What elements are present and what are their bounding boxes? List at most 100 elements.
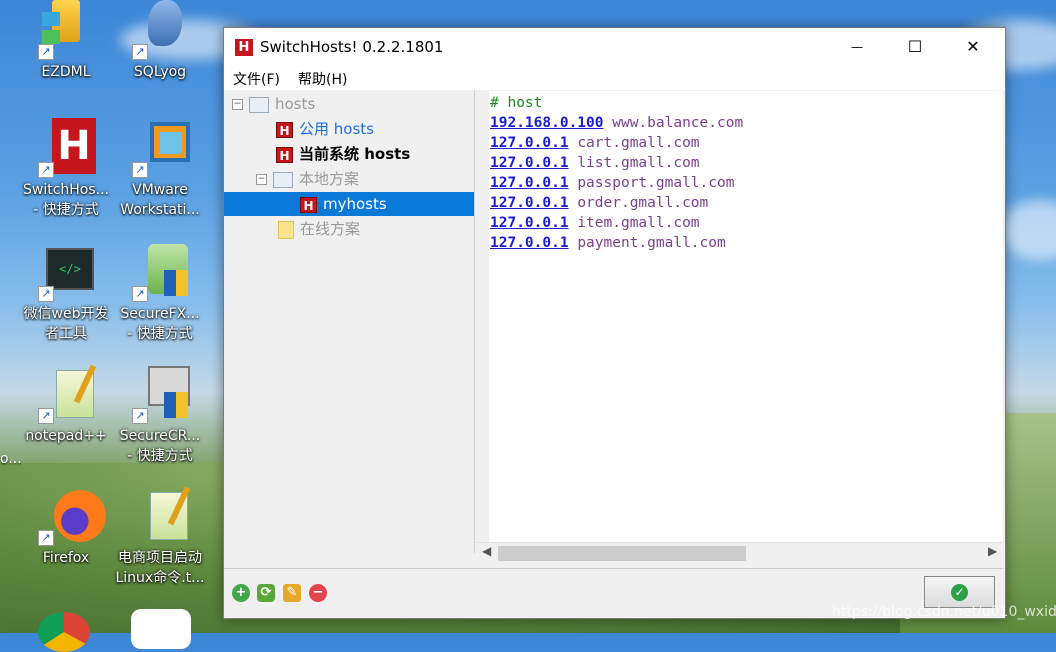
domain: payment.gmall.com	[577, 235, 726, 251]
desktop-icon-securecrt[interactable]: ↗ SecureCR... - 快捷方式	[112, 364, 208, 466]
hosts-tree: − hosts H 公用 hosts H 当前系统 hosts − 本地方案 Hmyho…	[224, 91, 475, 553]
domain: passport.gmall.com	[577, 175, 735, 191]
tree-node-label: 在线方案	[300, 220, 361, 238]
desktop-edge-text: o...	[0, 451, 22, 467]
host-line: 127.0.0.1 cart.gmall.com	[490, 133, 743, 153]
desktop-icon-label: 电商项目启动	[118, 550, 202, 566]
desktop-icon-vmware[interactable]: ↗ VMware Workstati...	[112, 118, 208, 220]
securecrt-icon: ↗	[130, 364, 190, 424]
notepadpp-icon	[130, 486, 191, 546]
desktop-icon-label: - 快捷方式	[127, 326, 193, 342]
host-line: 192.168.0.100 www.balance.com	[490, 113, 743, 133]
devtools-icon: </> ↗	[36, 242, 96, 302]
ip-address[interactable]: 127.0.0.1	[490, 155, 569, 171]
checkmark-icon: ✓	[951, 584, 968, 601]
tree-node-label: 本地方案	[299, 170, 360, 188]
folder-icon	[273, 171, 293, 188]
collapse-icon[interactable]: −	[232, 99, 243, 110]
desktop-icon-label: SwitchHos...	[22, 182, 110, 198]
switchhosts-icon: H	[300, 196, 317, 213]
tree-node-root[interactable]: − hosts	[232, 92, 315, 116]
menu-help[interactable]: 帮助(H)	[298, 69, 347, 89]
hosts-editor[interactable]: # host 192.168.0.100 www.balance.com 127…	[489, 91, 1003, 546]
vmware-icon: ↗	[130, 118, 190, 178]
host-line: 127.0.0.1 list.gmall.com	[490, 153, 743, 173]
firefox-icon: ↗	[36, 486, 106, 546]
folder-icon	[249, 96, 269, 113]
host-line: 127.0.0.1 payment.gmall.com	[490, 233, 743, 253]
watermark: https://blog.csdn.net/u010_wxid	[832, 604, 1056, 620]
switchhosts-window: H SwitchHosts! 0.2.2.1801 — ☐ ✕ 文件(F) 帮助…	[223, 27, 1006, 619]
tree-node-local[interactable]: − 本地方案	[256, 167, 359, 191]
scrollbar-thumb[interactable]	[498, 546, 746, 561]
ezdml-icon: ↗	[36, 0, 96, 60]
notepadpp-icon: ↗	[36, 364, 97, 424]
maximize-button[interactable]: ☐	[886, 28, 944, 66]
desktop-icon-sqlyog[interactable]: ↗ SQLyog	[112, 0, 208, 82]
domain: order.gmall.com	[577, 195, 709, 211]
tree-node-online[interactable]: 在线方案	[278, 217, 360, 241]
desktop-icon-firefox[interactable]: ↗ Firefox	[18, 486, 114, 568]
tree-node-public[interactable]: H 公用 hosts	[276, 117, 374, 141]
switchhosts-icon: H	[276, 121, 293, 138]
editor-content[interactable]: # host 192.168.0.100 www.balance.com 127…	[490, 93, 743, 253]
switchhosts-icon: H	[276, 146, 293, 163]
desktop-icon-label: SecureCR...	[119, 428, 201, 444]
window-title: SwitchHosts! 0.2.2.1801	[260, 38, 444, 56]
collapse-icon[interactable]: −	[256, 174, 267, 185]
desktop-icon-securefx[interactable]: ↗ SecureFX... - 快捷方式	[112, 242, 208, 344]
chrome-icon[interactable]	[38, 612, 90, 652]
tree-node-label: myhosts	[323, 195, 387, 213]
ip-address[interactable]: 192.168.0.100	[490, 115, 604, 131]
minimize-button[interactable]: —	[828, 28, 886, 66]
scroll-left-icon[interactable]: ◀	[482, 544, 491, 558]
ip-address[interactable]: 127.0.0.1	[490, 215, 569, 231]
add-icon[interactable]: +	[232, 584, 250, 602]
tree-node-label: 公用 hosts	[299, 120, 374, 138]
desktop-icon-switchhosts[interactable]: H ↗ SwitchHos... - 快捷方式	[18, 118, 114, 220]
host-line: 127.0.0.1 order.gmall.com	[490, 193, 743, 213]
domain: list.gmall.com	[577, 155, 700, 171]
ip-address[interactable]: 127.0.0.1	[490, 175, 569, 191]
ip-address[interactable]: 127.0.0.1	[490, 195, 569, 211]
desktop-icon-label: notepad++	[25, 428, 107, 444]
edit-icon[interactable]: ✎	[283, 584, 301, 602]
ip-address[interactable]: 127.0.0.1	[490, 135, 569, 151]
app-logo-icon: H	[235, 39, 253, 56]
desktop-icon-label: EZDML	[41, 64, 91, 80]
refresh-icon[interactable]: ⟳	[257, 584, 275, 602]
domain: item.gmall.com	[577, 215, 700, 231]
close-button[interactable]: ✕	[944, 28, 1002, 66]
desktop-icon-label: Linux命令.t...	[115, 570, 205, 586]
desktop-icon-label: - 快捷方式	[33, 202, 99, 218]
scroll-right-icon[interactable]: ▶	[988, 544, 997, 558]
tree-node-current-system[interactable]: H 当前系统 hosts	[276, 142, 410, 166]
desktop-icon-notepadpp[interactable]: ↗ notepad++	[18, 364, 114, 446]
horizontal-scrollbar[interactable]: ◀ ▶	[476, 542, 1003, 563]
host-line: 127.0.0.1 item.gmall.com	[490, 213, 743, 233]
tree-node-myhosts[interactable]: Hmyhosts	[224, 192, 474, 216]
folder-icon	[278, 220, 294, 239]
app-icon-partial[interactable]	[131, 609, 191, 649]
desktop-icon-label: Workstati...	[120, 202, 200, 218]
delete-icon[interactable]: −	[309, 584, 327, 602]
desktop-icon-ezdml[interactable]: ↗ EZDML	[18, 0, 114, 82]
ip-address[interactable]: 127.0.0.1	[490, 235, 569, 251]
title-bar[interactable]: H SwitchHosts! 0.2.2.1801 — ☐ ✕	[224, 28, 1005, 66]
dolphin-icon: ↗	[130, 0, 190, 60]
tree-node-label: hosts	[275, 95, 316, 113]
desktop-icon-label: - 快捷方式	[127, 448, 193, 464]
comment-line: # host	[490, 95, 543, 111]
domain: cart.gmall.com	[577, 135, 700, 151]
switchhosts-icon: H ↗	[36, 118, 96, 178]
desktop-icon-label: 者工具	[45, 326, 87, 342]
desktop-icon-label: VMware	[132, 182, 188, 198]
desktop-icon-label: 微信web开发	[23, 306, 109, 322]
desktop-icon-label: SecureFX...	[120, 306, 200, 322]
desktop-icon-label: Firefox	[42, 550, 90, 566]
desktop-icon-wechat-devtools[interactable]: </> ↗ 微信web开发 者工具	[18, 242, 114, 344]
menu-file[interactable]: 文件(F)	[233, 69, 280, 89]
host-line: 127.0.0.1 passport.gmall.com	[490, 173, 743, 193]
tree-node-label: 当前系统 hosts	[299, 145, 411, 163]
desktop-icon-linux-commands[interactable]: 电商项目启动 Linux命令.t...	[112, 486, 208, 588]
